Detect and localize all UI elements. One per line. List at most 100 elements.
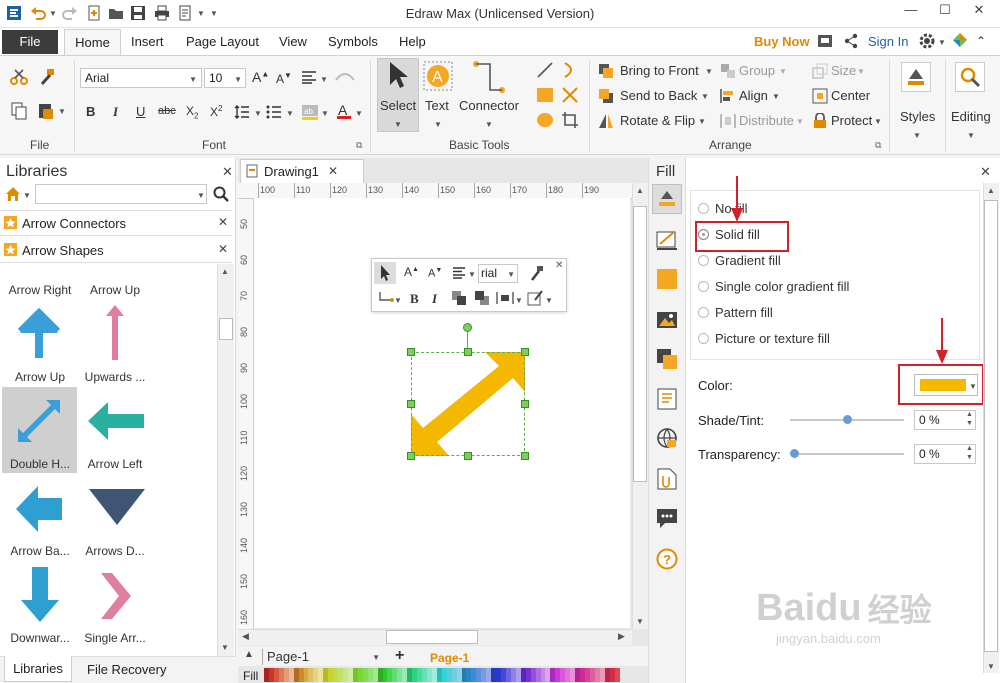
close-section-icon[interactable]: ✕	[218, 242, 228, 256]
arrange-dialog-launcher-icon[interactable]: ⧉	[875, 140, 881, 151]
fill-panel-button[interactable]	[652, 184, 682, 214]
tab-libraries[interactable]: Libraries	[4, 656, 72, 682]
group-icon[interactable]	[720, 63, 736, 79]
paste-icon[interactable]	[37, 102, 55, 120]
undo-icon[interactable]	[30, 5, 46, 21]
text-tool-dropdown-icon[interactable]: ▼	[434, 120, 442, 129]
canvas-hscroll-thumb[interactable]	[386, 630, 478, 644]
transparency-spinner-icon[interactable]: ▲ ▼	[966, 444, 973, 462]
paste-dropdown-icon[interactable]: ▼	[58, 107, 66, 116]
shrink-font-icon[interactable]: A▼	[276, 71, 292, 86]
connector-dropdown-icon[interactable]: ▼	[485, 120, 493, 129]
resize-handle-sw[interactable]	[407, 452, 415, 460]
help-panel-icon[interactable]: ?	[656, 548, 678, 570]
protect-dropdown-icon[interactable]: ▼	[874, 117, 882, 126]
mini-format-painter-icon[interactable]	[528, 265, 544, 281]
highlight-dropdown-icon[interactable]: ▼	[321, 109, 329, 118]
mini-distribute-icon[interactable]	[496, 290, 514, 306]
shade-tint-slider[interactable]	[790, 415, 904, 424]
search-icon[interactable]	[213, 186, 229, 202]
page-tab-active[interactable]: Page-1	[430, 651, 469, 665]
bold-button[interactable]: B	[86, 104, 95, 119]
center-label[interactable]: Center	[831, 88, 870, 103]
styles-button[interactable]: Styles	[900, 109, 935, 124]
redo-icon[interactable]	[62, 5, 78, 21]
customize-toolbar-icon[interactable]: ▼	[210, 9, 218, 18]
font-size-select[interactable]: 10 ▼	[204, 68, 246, 88]
radio-no-fill[interactable]	[698, 203, 709, 214]
undo-dropdown-icon[interactable]: ▼	[49, 9, 57, 18]
distribute-dropdown-icon[interactable]: ▼	[796, 117, 804, 126]
select-dropdown-icon[interactable]: ▼	[394, 120, 402, 129]
settings-dropdown-icon[interactable]: ▼	[938, 38, 946, 47]
mini-connector-dropdown-icon[interactable]: ▼	[394, 296, 402, 305]
file-tab[interactable]: File	[2, 30, 58, 54]
scroll-down-icon[interactable]: ▼	[987, 662, 995, 671]
bring-to-front-dropdown-icon[interactable]: ▼	[705, 67, 713, 76]
shape-arrow-up[interactable]	[16, 308, 62, 360]
editing-search-icon[interactable]	[955, 62, 985, 92]
line-spacing-dropdown-icon[interactable]: ▼	[254, 109, 262, 118]
bullets-icon[interactable]	[266, 104, 282, 120]
resize-handle-ne[interactable]	[521, 348, 529, 356]
bullets-dropdown-icon[interactable]: ▼	[286, 109, 294, 118]
mini-toolbar-close-icon[interactable]: ✕	[555, 260, 563, 271]
scroll-up-icon[interactable]: ▲	[636, 186, 644, 195]
tab-view[interactable]: View	[279, 34, 307, 49]
ellipse-tool-icon[interactable]	[536, 111, 554, 129]
add-page-icon[interactable]: +	[395, 647, 404, 665]
mini-bold-button[interactable]: B	[410, 291, 419, 307]
open-folder-icon[interactable]	[108, 5, 124, 21]
protect-label[interactable]: Protect	[831, 113, 872, 128]
library-home-icon[interactable]	[5, 186, 21, 202]
font-name-select[interactable]: Arial ▼	[80, 68, 202, 88]
share-icon[interactable]	[843, 33, 859, 49]
distribute-label[interactable]: Distribute	[739, 113, 794, 128]
center-icon[interactable]	[812, 88, 828, 104]
radio-picture-texture[interactable]	[698, 333, 709, 344]
scroll-right-icon[interactable]: ▶	[618, 631, 625, 642]
mini-style-icon[interactable]	[527, 290, 543, 306]
tab-insert[interactable]: Insert	[131, 34, 164, 49]
library-search-dropdown-icon[interactable]: ▼	[197, 191, 205, 200]
scroll-up-icon[interactable]: ▲	[221, 267, 229, 276]
resize-handle-s[interactable]	[464, 452, 472, 460]
close-tab-icon[interactable]: ✕	[328, 164, 338, 178]
send-to-back-label[interactable]: Send to Back	[620, 88, 697, 103]
rotate-flip-dropdown-icon[interactable]: ▼	[698, 117, 706, 126]
line-style-panel-icon[interactable]	[656, 229, 678, 251]
cross-tool-icon[interactable]	[561, 86, 579, 104]
crop-tool-icon[interactable]	[561, 111, 579, 129]
align-dropdown-icon[interactable]: ▼	[772, 92, 780, 101]
styles-icon[interactable]	[901, 62, 931, 92]
rotation-handle[interactable]	[463, 323, 472, 332]
rotate-flip-label[interactable]: Rotate & Flip	[620, 113, 695, 128]
superscript-button[interactable]: X2	[210, 104, 222, 119]
color-picker-dropdown-icon[interactable]: ▼	[969, 382, 977, 391]
export-icon[interactable]	[178, 5, 194, 21]
scroll-down-icon[interactable]: ▼	[636, 617, 644, 626]
mini-connector-icon[interactable]	[378, 290, 394, 306]
data-panel-icon[interactable]	[657, 388, 677, 410]
mini-send-back-icon[interactable]	[474, 290, 490, 306]
line-tool-icon[interactable]	[536, 61, 554, 79]
maximize-button[interactable]: ☐	[934, 2, 956, 22]
radio-gradient-fill[interactable]	[698, 255, 709, 266]
library-scroll-thumb[interactable]	[219, 318, 233, 340]
styles-dropdown-icon[interactable]: ▼	[913, 131, 921, 140]
send-to-back-dropdown-icon[interactable]: ▼	[701, 92, 709, 101]
comment-panel-icon[interactable]	[656, 507, 678, 529]
text-tool-label[interactable]: Text	[425, 98, 449, 113]
shade-tint-slider-thumb[interactable]	[843, 415, 852, 424]
color-palette[interactable]	[264, 668, 620, 682]
resize-handle-nw[interactable]	[407, 348, 415, 356]
shape-downward-arrow[interactable]	[20, 566, 60, 624]
mini-font-select[interactable]: rial ▼	[478, 264, 518, 283]
hyperlink-panel-icon[interactable]	[656, 427, 678, 449]
shade-tint-spinner-icon[interactable]: ▲ ▼	[966, 410, 973, 428]
shape-arrow-back[interactable]	[14, 484, 64, 534]
font-dialog-launcher-icon[interactable]: ⧉	[356, 140, 362, 151]
mini-shrink-font-icon[interactable]: A▼	[428, 267, 442, 280]
grow-font-icon[interactable]: A▲	[252, 69, 269, 85]
tab-symbols[interactable]: Symbols	[328, 34, 378, 49]
